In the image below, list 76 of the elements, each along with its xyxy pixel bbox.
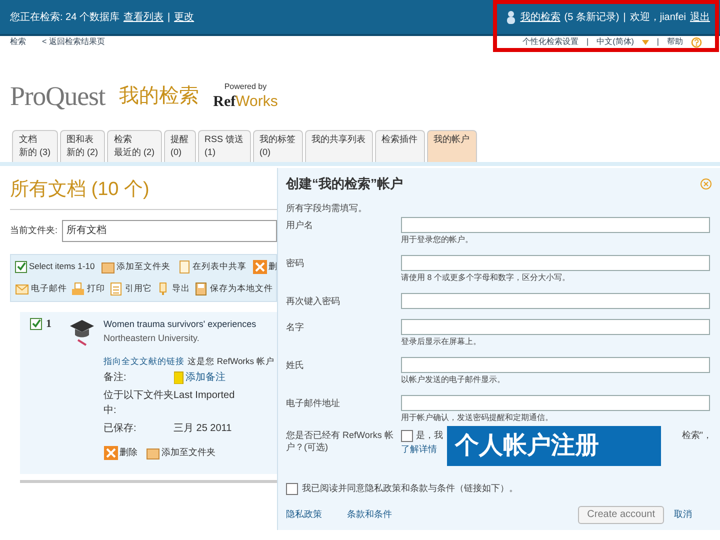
notes-label: 备注: [104, 370, 128, 385]
toolbar-link[interactable]: 打印 [87, 282, 105, 295]
required-note: 所有字段均需填写。 [286, 202, 368, 214]
folder-value: Last Imported [174, 388, 236, 403]
tab[interactable]: 文档 新的 (3) [12, 130, 58, 162]
refworks-option: 是，我 [416, 429, 443, 442]
dialog-title: 创建“我的检索”帐户 [286, 175, 403, 193]
toolbar-link[interactable]: 删 [268, 260, 278, 273]
new-records: (5 条新记录) [564, 10, 620, 24]
field-hint: 登录后显示在屏幕上。 [401, 336, 482, 347]
item-source: Northeastern University. [104, 332, 200, 345]
toolbar-link[interactable]: 在列表中共享 [192, 260, 247, 273]
refworks-logo: RefWorks [213, 94, 278, 110]
field-label: 电子邮件地址 [286, 397, 341, 410]
powered-by: Powered by [224, 82, 267, 90]
separator: | [623, 10, 626, 24]
my-search-link[interactable]: 我的检索 [520, 10, 560, 24]
separator: | [586, 37, 589, 47]
cancel-link[interactable]: 取消 [674, 508, 692, 522]
tab[interactable]: RSS 馈送 (1) [198, 130, 251, 162]
search-status: 您正在检索: 24 个数据库 [10, 10, 120, 24]
item-title[interactable]: Women trauma survivors' experiences [104, 318, 267, 330]
separator: | [656, 37, 659, 47]
help-link[interactable]: 帮助 [667, 37, 683, 47]
item-number: 1 [46, 318, 52, 330]
add-folder-link[interactable]: 添加至文件夹 [162, 446, 216, 460]
create-account-button[interactable]: Create account [578, 506, 664, 524]
folder-label: 当前文件夹: [10, 224, 58, 237]
terms-agreement: 我已阅读并同意隐私政策和条款与条件（链接如下）。 [302, 482, 518, 495]
welcome-text: 欢迎，jianfei [630, 10, 686, 24]
refworks-question: 您是否已经有 RefWorks 帐户？(可选) [286, 429, 394, 454]
tab[interactable]: 图和表 新的 (2) [60, 130, 105, 162]
language-link[interactable]: 中文(简体) [596, 37, 634, 47]
field-hint: 用于帐户确认，发送密码提醒和定期通信。 [401, 412, 554, 423]
tab[interactable]: 我的标签 (0) [252, 130, 303, 162]
tab[interactable]: 我的共享列表 [304, 130, 373, 162]
search-link[interactable]: 检索 [10, 37, 26, 47]
toolbar-link[interactable]: Select items 1-10 [29, 260, 95, 273]
privacy-link[interactable]: 隐私政策 [286, 508, 322, 522]
caption-banner: 个人帐户注册 [447, 426, 661, 466]
folder-label: 位于以下文件夹中: [104, 388, 174, 418]
field-label: 密码 [286, 257, 305, 270]
back-link[interactable]: < 返回检索结果页 [42, 37, 105, 47]
field-label: 名字 [286, 321, 305, 334]
delete-link[interactable]: 删除 [120, 446, 138, 460]
field-hint: 用于登录您的帐户。 [401, 234, 474, 245]
add-note-link[interactable]: 添加备注 [186, 370, 226, 385]
separator: | [167, 10, 170, 24]
settings-link[interactable]: 个性化检索设置 [522, 37, 579, 47]
field-label: 用户名 [286, 219, 314, 232]
fulltext-link[interactable]: 指向全文文献的链接 [104, 355, 184, 368]
saved-date: 三月 25 2011 [174, 422, 233, 436]
folder-field[interactable]: 所有文档 [62, 220, 277, 242]
saved-label: 已保存: [104, 422, 138, 436]
field-hint: 请使用 8 个或更多个字母和数字，区分大小写。 [401, 272, 571, 283]
field-label: 再次键入密码 [286, 295, 341, 308]
tab[interactable]: 我的帐户 [426, 130, 477, 162]
tab[interactable]: 检索 最近的 (2) [107, 130, 162, 162]
toolbar-link[interactable]: 添加至文件夹 [116, 260, 171, 273]
learn-more-link[interactable]: 了解详情 [401, 442, 437, 456]
brand-logo: ProQuest [10, 80, 106, 113]
field-hint: 以帐户发送的电子邮件显示。 [401, 374, 506, 385]
terms-link[interactable]: 条款和条件 [347, 508, 392, 522]
toolbar-link[interactable]: 导出 [172, 282, 190, 295]
refworks-option-end: 检索"， [682, 429, 712, 442]
toolbar-link[interactable]: 电子邮件 [31, 282, 67, 295]
logout-link[interactable]: 退出 [690, 10, 710, 24]
toolbar-link[interactable]: 保存为本地文件 [210, 282, 273, 295]
account-note: 这是您 RefWorks 帐户 [188, 355, 274, 368]
toolbar-link[interactable]: 引用它 [125, 282, 152, 295]
view-list-link[interactable]: 查看列表 [123, 10, 164, 24]
field-label: 姓氏 [286, 359, 305, 372]
change-link[interactable]: 更改 [174, 10, 194, 24]
tab[interactable]: 提醒 (0) [164, 130, 196, 162]
tab[interactable]: 检索插件 [374, 130, 425, 162]
product-title: 我的检索 [119, 84, 200, 109]
